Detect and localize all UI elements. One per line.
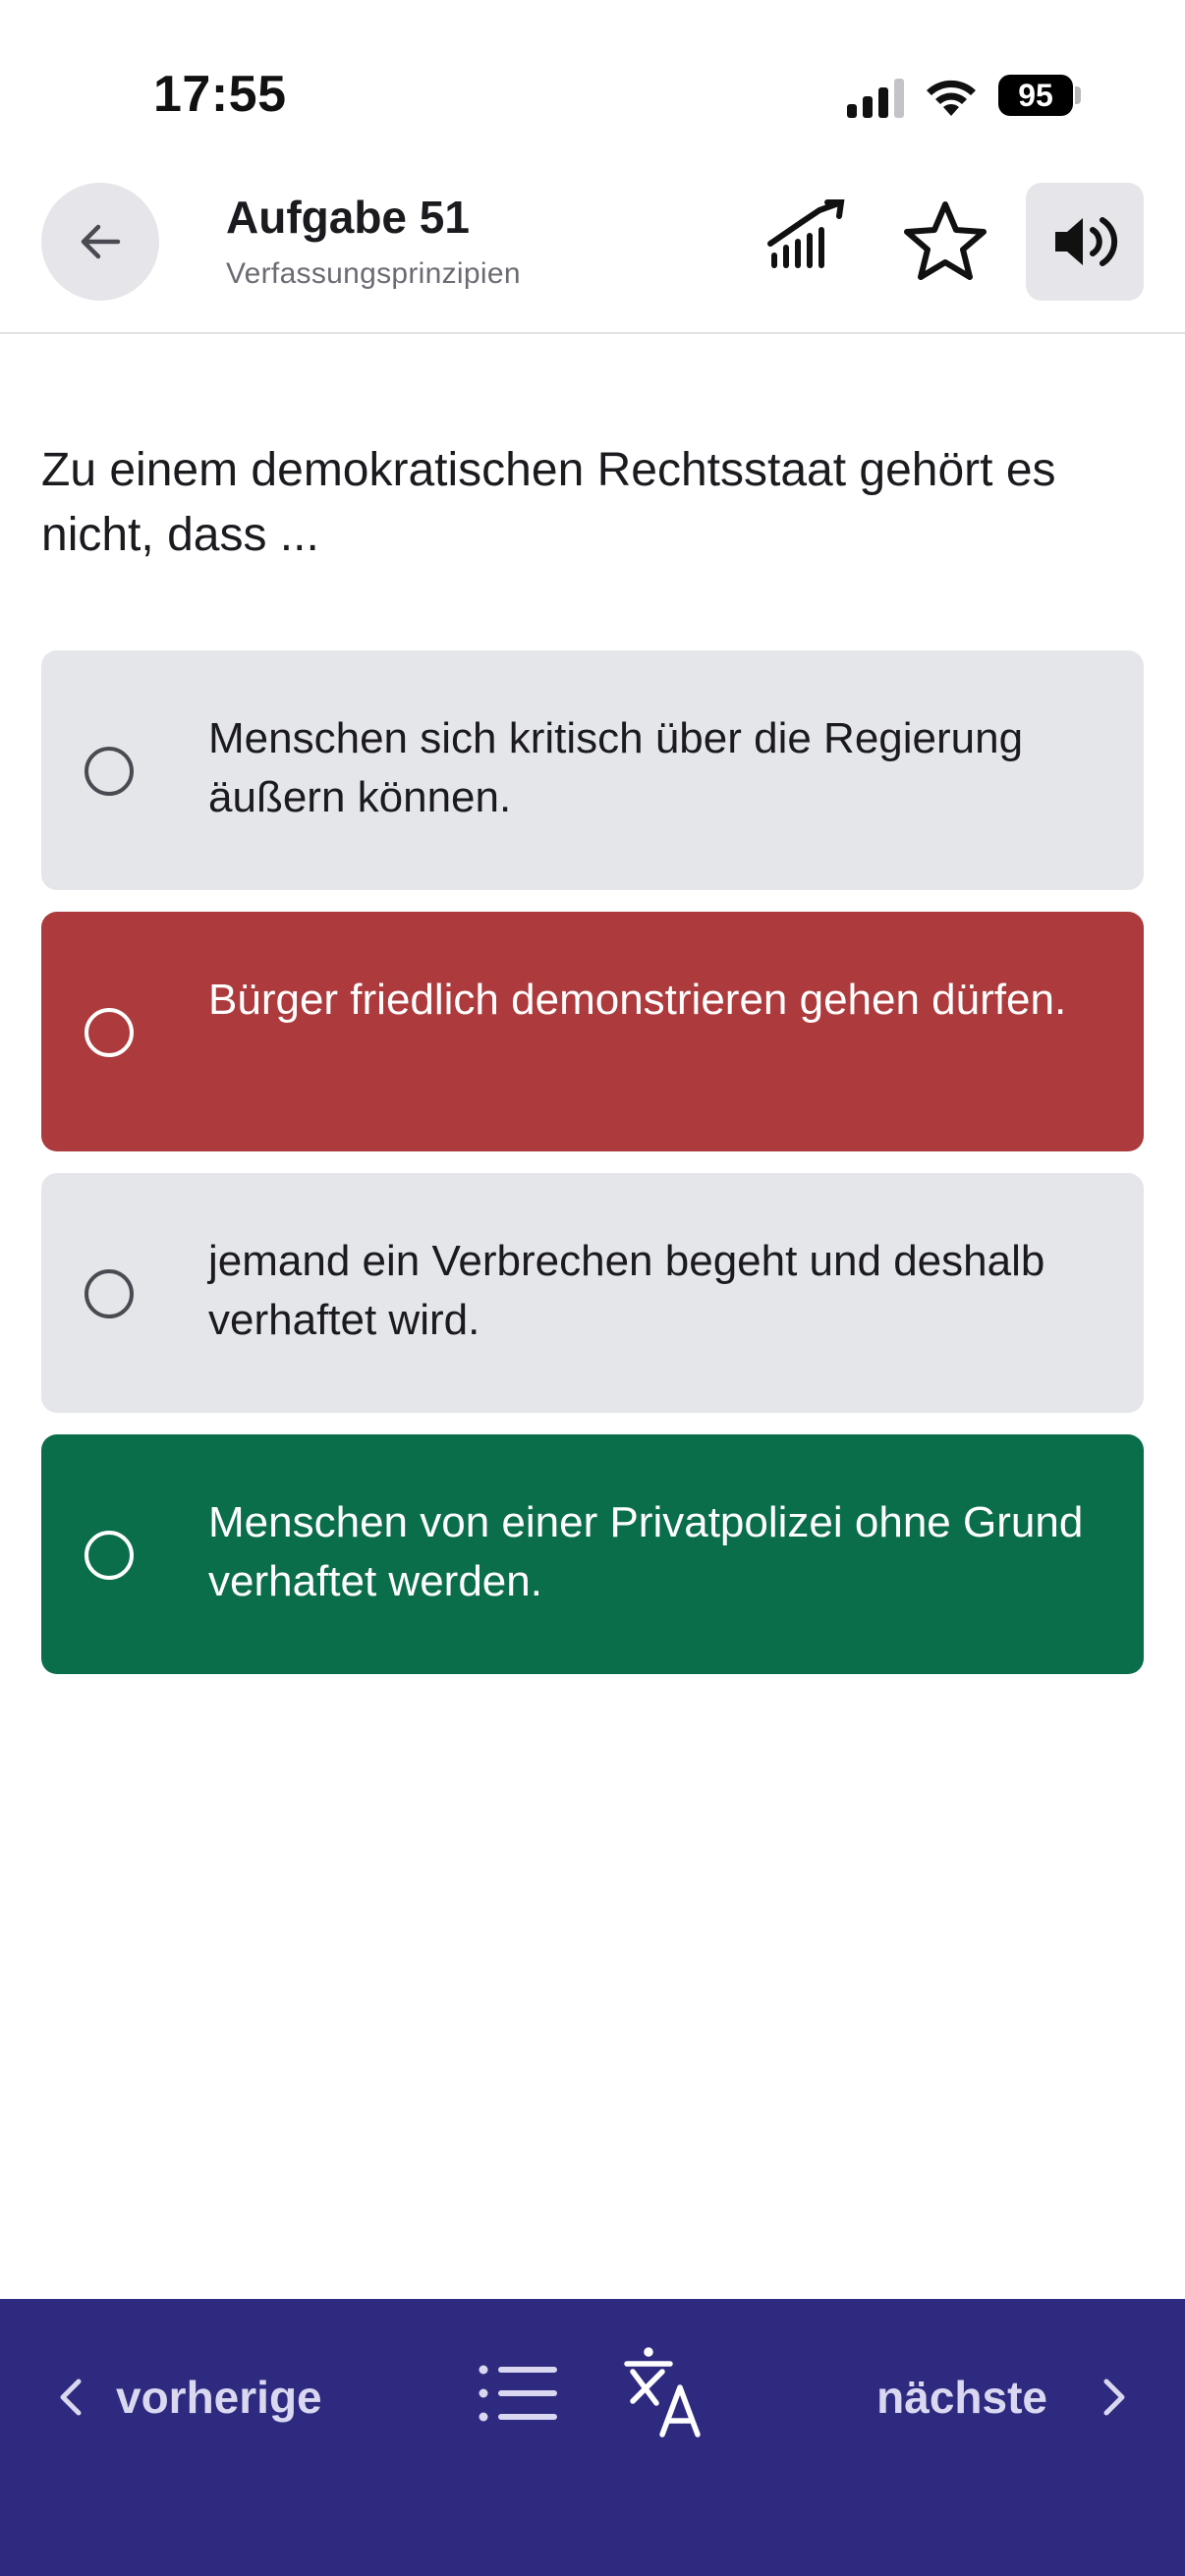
chevron-right-icon <box>1103 2379 1125 2416</box>
list-icon[interactable] <box>476 2350 562 2436</box>
sound-button[interactable] <box>1026 183 1144 301</box>
answer-option-2-wrong[interactable]: Bürger friedlich demonstrieren gehen dür… <box>41 912 1144 1151</box>
answer-label: Menschen sich kritisch über die Regierun… <box>208 714 1024 821</box>
star-icon[interactable] <box>900 196 990 287</box>
radio-icon <box>85 1531 134 1580</box>
page-title: Aufgabe 51 <box>226 192 470 243</box>
battery-tip <box>1075 86 1081 104</box>
back-arrow-icon <box>81 224 121 259</box>
answer-label: Menschen von einer Privatpolizei ohne Gr… <box>208 1498 1084 1605</box>
status-bar: 17:55 95 <box>0 0 1185 167</box>
cellular-signal-icon <box>847 79 904 118</box>
battery-indicator: 95 <box>998 75 1073 116</box>
radio-icon <box>85 1269 134 1318</box>
back-button[interactable] <box>41 183 159 301</box>
stats-icon[interactable] <box>762 196 853 287</box>
next-button[interactable]: nächste <box>876 2358 1130 2436</box>
answer-label: Bürger friedlich demonstrieren gehen dür… <box>208 976 1067 1024</box>
previous-label: vorherige <box>116 2372 322 2423</box>
next-label: nächste <box>876 2372 1047 2423</box>
quiz-screen: 17:55 95 Aufgabe 51 Verfassungsprinzipie… <box>0 0 1185 2576</box>
radio-icon <box>85 1008 134 1057</box>
bottom-navigation: vorherige nächste <box>0 2299 1185 2576</box>
translate-icon[interactable] <box>623 2342 709 2440</box>
radio-icon <box>85 747 134 796</box>
speaker-icon <box>1055 217 1118 266</box>
answer-label: jemand ein Verbrechen begeht und deshalb… <box>208 1237 1045 1344</box>
question-text: Zu einem demokratischen Rechtsstaat gehö… <box>41 444 1056 561</box>
previous-button[interactable]: vorherige <box>55 2358 322 2436</box>
answer-option-3[interactable]: jemand ein Verbrechen begeht und deshalb… <box>41 1173 1144 1413</box>
status-time: 17:55 <box>153 66 287 123</box>
page-subtitle: Verfassungsprinzipien <box>226 257 521 290</box>
app-header: Aufgabe 51 Verfassungsprinzipien <box>0 167 1185 334</box>
answer-option-4-correct[interactable]: Menschen von einer Privatpolizei ohne Gr… <box>41 1434 1144 1674</box>
chevron-left-icon <box>60 2379 82 2416</box>
wifi-icon <box>927 80 976 116</box>
answer-option-1[interactable]: Menschen sich kritisch über die Regierun… <box>41 650 1144 890</box>
